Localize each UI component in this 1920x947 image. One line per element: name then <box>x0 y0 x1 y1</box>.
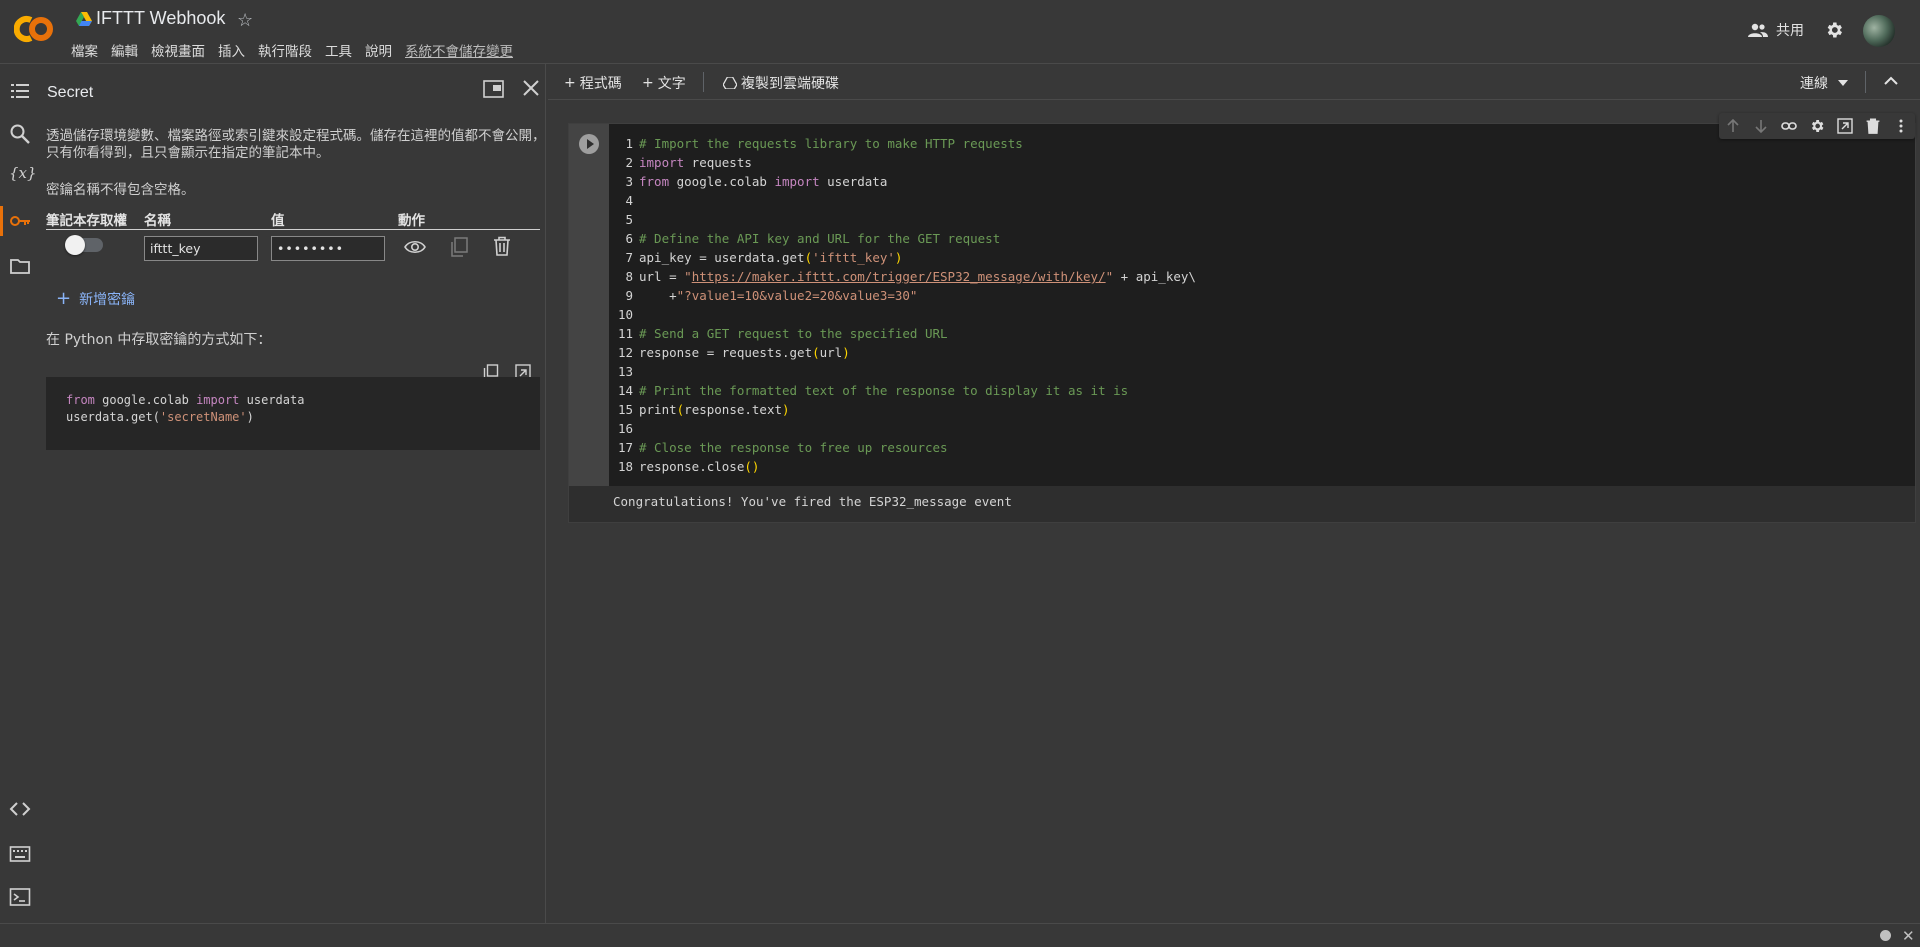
run-cell-play-icon[interactable] <box>579 134 599 154</box>
share-button[interactable]: 共用 <box>1748 20 1804 40</box>
close-icon[interactable] <box>522 79 540 97</box>
delete-trash-icon[interactable] <box>493 236 511 256</box>
col-name: 名稱 <box>144 213 171 229</box>
notebook-title[interactable]: IFTTT Webhook <box>96 8 225 29</box>
colab-logo[interactable] <box>14 14 54 44</box>
col-notebook-access: 筆記本存取權 <box>46 213 127 229</box>
add-secret-button[interactable]: + 新增密鑰 <box>56 288 135 309</box>
people-icon <box>1748 23 1768 37</box>
drive-icon <box>76 12 92 26</box>
notebook-access-toggle[interactable] <box>65 235 103 255</box>
settings-gear-icon[interactable] <box>1824 20 1844 40</box>
cell-toolbar <box>1719 113 1915 139</box>
url-link[interactable]: https://maker.ifttt.com/trigger/ESP32_me… <box>692 269 1106 284</box>
secrets-name-note: 密鑰名稱不得包含空格。 <box>46 182 195 198</box>
secrets-panel: Secret 透過儲存環境變數、檔案路徑或索引鍵來設定程式碼。儲存在這裡的值都不… <box>40 64 546 924</box>
move-down-arrow-icon[interactable] <box>1753 118 1769 134</box>
copy-icon[interactable] <box>450 237 468 257</box>
top-header: IFTTT Webhook ☆ 檔案 編輯 檢視畫面 插入 執行階段 工具 說明… <box>0 0 1920 64</box>
status-bar: ✕ <box>0 923 1920 947</box>
add-text-button[interactable]: + 文字 <box>642 73 686 93</box>
secrets-key-icon[interactable] <box>0 206 31 236</box>
search-icon[interactable] <box>9 123 31 145</box>
notebook-toolbar: + 程式碼 + 文字 複製到雲端硬碟 連線 <box>548 64 1920 100</box>
menu-insert[interactable]: 插入 <box>218 40 245 60</box>
toolbar-divider <box>703 72 704 92</box>
menu-view[interactable]: 檢視畫面 <box>151 40 205 60</box>
link-icon[interactable] <box>1781 118 1797 134</box>
line-numbers: 1 2 3 4 5 6 7 8 9 10 11 12 13 14 15 16 1… <box>617 136 633 474</box>
menu-edit[interactable]: 編輯 <box>111 40 138 60</box>
secrets-table-header: 筆記本存取權 名稱 值 動作 <box>46 209 540 230</box>
code-editor[interactable]: 1 2 3 4 5 6 7 8 9 10 11 12 13 14 15 16 1… <box>609 124 1915 486</box>
add-secret-label: 新增密鑰 <box>79 291 136 308</box>
col-value: 值 <box>271 213 285 229</box>
dropdown-arrow-icon <box>1838 80 1848 86</box>
menu-runtime[interactable]: 執行階段 <box>258 40 312 60</box>
toolbar-divider <box>1865 71 1866 93</box>
mirror-cell-icon[interactable] <box>1837 118 1853 134</box>
more-options-icon[interactable] <box>1893 118 1909 134</box>
secret-value-field[interactable]: •••••••• <box>271 236 385 261</box>
add-code-button[interactable]: + 程式碼 <box>564 73 622 93</box>
share-label: 共用 <box>1776 23 1804 39</box>
move-up-arrow-icon[interactable] <box>1725 118 1741 134</box>
left-rail: {x} <box>0 64 40 924</box>
close-status-icon[interactable]: ✕ <box>1902 927 1915 945</box>
secrets-description: 透過儲存環境變數、檔案路徑或索引鍵來設定程式碼。儲存在這裡的值都不會公開，只有你… <box>46 128 546 161</box>
delete-cell-trash-icon[interactable] <box>1865 118 1881 134</box>
files-folder-icon[interactable] <box>9 255 31 277</box>
table-of-contents-icon[interactable] <box>9 80 31 102</box>
menu-tools[interactable]: 工具 <box>325 40 352 60</box>
menu-bar: 檔案 編輯 檢視畫面 插入 執行階段 工具 說明 系統不會儲存變更 <box>71 40 513 60</box>
code-cell[interactable]: 1 2 3 4 5 6 7 8 9 10 11 12 13 14 15 16 1… <box>569 113 1915 522</box>
cell-gutter <box>569 124 609 486</box>
cell-output: Congratulations! You've fired the ESP32_… <box>613 494 1012 509</box>
unsaved-changes-link[interactable]: 系統不會儲存變更 <box>405 40 513 60</box>
menu-help[interactable]: 說明 <box>365 40 392 60</box>
code-text[interactable]: # Import the requests library to make HT… <box>639 134 1196 476</box>
variables-icon[interactable]: {x} <box>9 164 37 186</box>
terminal-icon[interactable] <box>9 886 31 908</box>
python-access-note: 在 Python 中存取密鑰的方式如下： <box>46 332 272 348</box>
star-icon[interactable]: ☆ <box>237 10 253 31</box>
connect-runtime-button[interactable]: 連線 <box>1800 73 1848 93</box>
open-in-tab-icon[interactable] <box>483 80 504 98</box>
menu-file[interactable]: 檔案 <box>71 40 98 60</box>
plus-icon: + <box>56 288 72 309</box>
collapse-header-chevron-up-icon[interactable] <box>1883 73 1899 89</box>
cell-settings-gear-icon[interactable] <box>1809 118 1825 134</box>
command-palette-icon[interactable] <box>9 843 31 865</box>
python-code-snippet[interactable]: from google.colab import userdata userda… <box>46 377 540 450</box>
col-actions: 動作 <box>398 213 425 229</box>
show-value-eye-icon[interactable] <box>404 239 426 255</box>
secret-name-field[interactable]: ifttt_key <box>144 236 258 261</box>
panel-title: Secret <box>47 84 94 101</box>
copy-to-drive-button[interactable]: 複製到雲端硬碟 <box>723 73 839 93</box>
drive-outline-icon <box>723 77 737 89</box>
code-snippets-icon[interactable] <box>9 798 31 820</box>
status-indicator[interactable] <box>1880 930 1891 941</box>
user-avatar[interactable] <box>1863 15 1895 47</box>
